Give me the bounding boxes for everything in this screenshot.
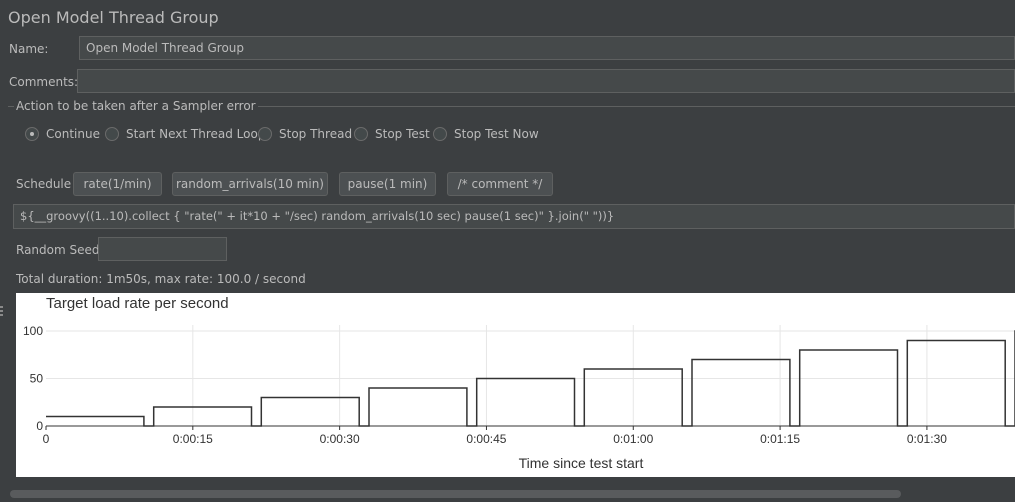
radio-unselected-icon <box>105 127 119 141</box>
sampler-error-title: Action to be taken after a Sampler error <box>14 99 258 113</box>
page-title: Open Model Thread Group <box>8 8 219 27</box>
chart-svg: Target load rate per second Time since t… <box>23 295 1015 471</box>
radio-label: Start Next Thread Loop <box>126 127 266 141</box>
x-tick-label: 0:00:45 <box>466 432 506 446</box>
resize-handle-icon[interactable] <box>0 306 4 320</box>
target-load-chart: Target load rate per second Time since t… <box>16 293 1015 477</box>
radio-unselected-icon <box>433 127 447 141</box>
x-tick-label: 0:01:15 <box>760 432 800 446</box>
radio-unselected-icon <box>258 127 272 141</box>
radio-selected-icon <box>25 127 39 141</box>
comment-button[interactable]: /* comment */ <box>447 172 553 196</box>
x-tick-label: 0:00:30 <box>320 432 360 446</box>
radio-label: Stop Test Now <box>454 127 539 141</box>
x-tick-label: 0:01:30 <box>907 432 947 446</box>
radio-label: Continue <box>46 127 100 141</box>
horizontal-scrollbar-thumb[interactable] <box>10 490 901 498</box>
x-tick-label: 0 <box>43 432 50 446</box>
radio-start-next-thread-loop[interactable]: Start Next Thread Loop <box>105 127 265 141</box>
total-duration-summary: Total duration: 1m50s, max rate: 100.0 /… <box>16 272 306 286</box>
chart-ticks: 0 0:00:15 0:00:30 0:00:45 0:01:00 0:01:15 0:01… <box>23 324 947 446</box>
comments-label: Comments: <box>9 75 79 89</box>
comments-field[interactable] <box>77 69 1015 93</box>
random-seed-label: Random Seed <box>16 243 100 257</box>
name-field[interactable]: Open Model Thread Group <box>79 36 1015 60</box>
random-seed-field[interactable] <box>98 237 227 261</box>
y-tick-label: 50 <box>30 372 44 386</box>
y-tick-label: 0 <box>36 419 43 433</box>
pause-button[interactable]: pause(1 min) <box>339 172 436 196</box>
radio-stop-test-now[interactable]: Stop Test Now <box>433 127 539 141</box>
chart-grid <box>46 325 1015 426</box>
random-arrivals-button[interactable]: random_arrivals(10 min) <box>172 172 328 196</box>
schedule-expression-field[interactable]: ${__groovy((1..10).collect { "rate(" + i… <box>13 204 1015 229</box>
radio-stop-thread[interactable]: Stop Thread <box>258 127 352 141</box>
schedule-label: Schedule <box>16 177 72 191</box>
radio-label: Stop Test <box>375 127 430 141</box>
radio-stop-test[interactable]: Stop Test <box>354 127 430 141</box>
y-tick-label: 100 <box>23 324 43 338</box>
radio-unselected-icon <box>354 127 368 141</box>
radio-continue[interactable]: Continue <box>25 127 100 141</box>
chart-title: Target load rate per second <box>46 295 229 312</box>
radio-label: Stop Thread <box>279 127 353 141</box>
rate-button[interactable]: rate(1/min) <box>73 172 162 196</box>
x-axis-label: Time since test start <box>519 455 644 471</box>
x-tick-label: 0:01:00 <box>613 432 653 446</box>
name-label: Name: <box>9 42 49 56</box>
x-tick-label: 0:00:15 <box>173 432 213 446</box>
